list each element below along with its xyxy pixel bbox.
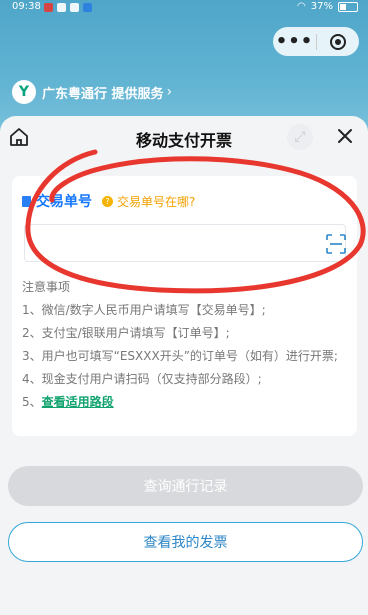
transaction-card: 交易单号 ? 交易单号在哪? 注意事项 1、微信/数字人民币用户请填写【交易单号… xyxy=(12,176,357,436)
note-item: 5、查看适用路段 xyxy=(22,391,347,414)
question-icon: ? xyxy=(102,195,113,207)
notes-section: 注意事项 1、微信/数字人民币用户请填写【交易单号】; 2、支付宝/银联用户请填… xyxy=(22,276,347,414)
note-item: 3、用户也可填写“ESXXX开头”的订单号（如有）进行开票; xyxy=(22,349,338,363)
expand-icon: ⤢ xyxy=(294,129,306,145)
note-item: 4、现金支付用户请扫码（仅支持部分路段）; xyxy=(22,372,262,386)
provider-text: 广东粤通行 提供服务 xyxy=(42,86,164,102)
expand-button[interactable]: ⤢ xyxy=(287,124,313,150)
close-miniprogram-button[interactable] xyxy=(317,33,359,50)
invoice-sheet: 移动支付开票 ⤢ 交易单号 ? 交易单号在哪? 注意事项 1、微信/数字人民币用… xyxy=(0,116,368,615)
target-icon xyxy=(330,33,346,50)
app-notification-icon xyxy=(44,3,53,12)
note-item: 1、微信/数字人民币用户请填写【交易单号】; xyxy=(22,303,266,317)
status-time: 09:38 xyxy=(12,1,41,12)
sheet-header: 移动支付开票 ⤢ xyxy=(0,116,368,158)
battery-icon xyxy=(338,1,358,12)
status-bar: 09:38 ◠ 37% xyxy=(0,0,368,16)
query-records-button[interactable]: 查询通行记录 xyxy=(8,466,363,506)
note-item: 2、支付宝/银联用户请填写【订单号】; xyxy=(22,326,230,340)
notes-title: 注意事项 xyxy=(22,280,71,294)
where-is-number-link[interactable]: 交易单号在哪? xyxy=(117,193,195,210)
chevron-right-icon: › xyxy=(166,84,173,100)
app-badge-icon xyxy=(83,3,92,12)
field-label-row: 交易单号 ? 交易单号在哪? xyxy=(22,191,195,211)
provider-logo-icon: Y xyxy=(12,80,36,104)
battery-text: 37% xyxy=(310,1,333,12)
wechat-icon xyxy=(70,3,79,12)
document-icon xyxy=(22,195,31,207)
wifi-icon: ◠ xyxy=(297,1,306,12)
applicable-roads-link[interactable]: 查看适用路段 xyxy=(42,395,114,409)
more-icon[interactable]: ••• xyxy=(273,32,316,51)
scan-icon[interactable] xyxy=(326,234,346,254)
notification-icons xyxy=(44,3,92,12)
my-invoices-button[interactable]: 查看我的发票 xyxy=(8,522,363,562)
status-right: ◠ 37% xyxy=(297,1,358,12)
note5-prefix: 5、 xyxy=(22,395,42,409)
close-icon[interactable] xyxy=(334,125,356,147)
transaction-number-input[interactable] xyxy=(24,224,346,262)
provider-link[interactable]: Y 广东粤通行 提供服务 › xyxy=(12,80,172,104)
miniprogram-capsule: ••• xyxy=(273,27,359,56)
location-icon xyxy=(57,3,66,12)
transaction-number-label: 交易单号 xyxy=(36,194,92,210)
